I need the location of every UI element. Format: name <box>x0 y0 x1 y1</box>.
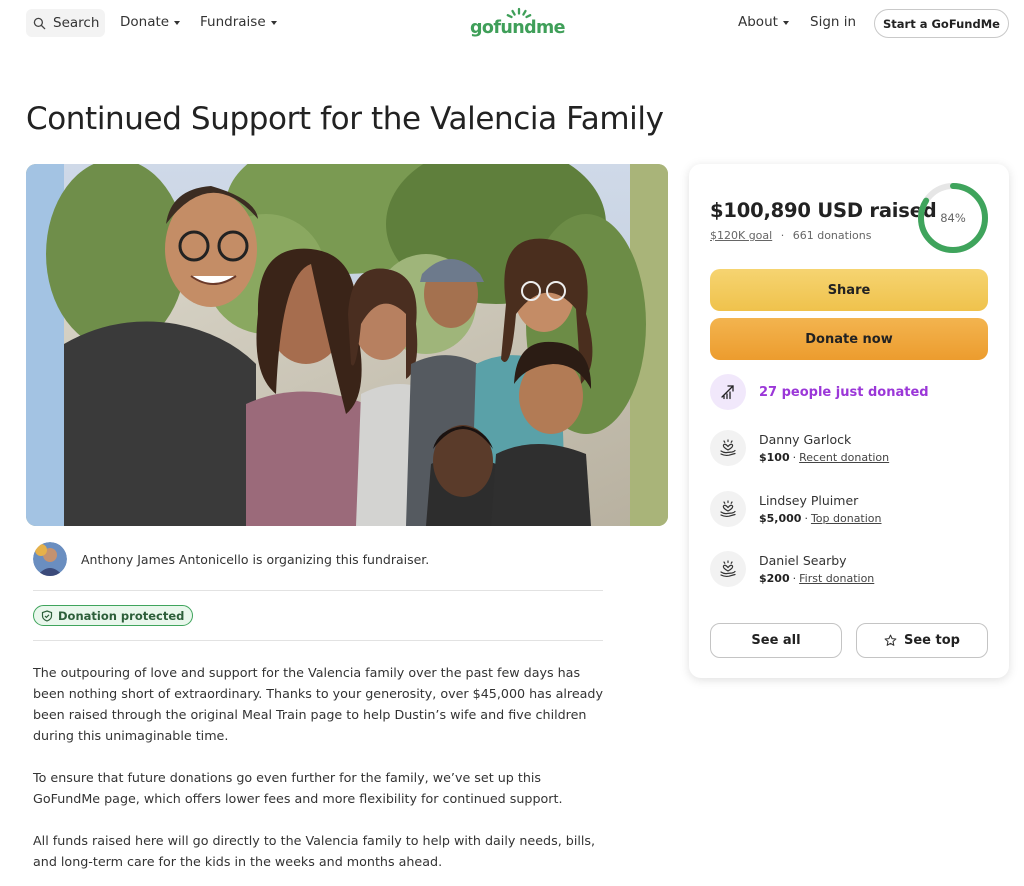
search-button[interactable]: Search <box>26 9 105 37</box>
goal-line: $120K goal · 661 donations <box>710 229 871 242</box>
donation-card: $100,890 USD raised $120K goal · 661 don… <box>689 164 1009 678</box>
donor-item[interactable]: Daniel Searby $200 · First donation <box>710 551 874 587</box>
story-paragraph: The outpouring of love and support for t… <box>33 665 603 743</box>
donor-amount: $200 <box>759 572 790 585</box>
donor-amount: $5,000 <box>759 512 802 525</box>
campaign-photo[interactable] <box>26 164 668 526</box>
donor-meta: $200 · First donation <box>759 572 874 585</box>
nav-about[interactable]: About <box>738 14 789 30</box>
nav-sign-in-label: Sign in <box>810 14 857 30</box>
separator: · <box>804 512 808 525</box>
search-icon <box>33 17 46 29</box>
donor-tag[interactable]: Top donation <box>811 512 882 525</box>
goal-link[interactable]: $120K goal <box>710 229 772 242</box>
separator: · <box>780 229 785 242</box>
donor-name: Danny Garlock <box>759 432 852 447</box>
organizer-text: Anthony James Antonicello is organizing … <box>81 551 430 567</box>
family-photo <box>26 164 668 526</box>
donor-name: Daniel Searby <box>759 553 847 568</box>
donor-item[interactable]: Danny Garlock $100 · Recent donation <box>710 430 889 466</box>
avatar[interactable] <box>33 542 67 576</box>
nav-sign-in[interactable]: Sign in <box>810 14 856 30</box>
see-top-label: See top <box>904 633 960 648</box>
chevron-down-icon <box>782 20 789 25</box>
nav-about-label: About <box>738 14 778 30</box>
shield-icon <box>41 609 53 622</box>
separator: · <box>792 572 797 585</box>
donor-amount: $100 <box>759 451 790 464</box>
divider <box>33 590 603 591</box>
separator: · <box>792 451 797 464</box>
donate-now-button[interactable]: Donate now <box>710 318 988 360</box>
start-gofundme-button[interactable]: Start a GoFundMe <box>874 9 1009 38</box>
story-paragraph: To ensure that future donations go even … <box>33 770 563 806</box>
gofundme-logo[interactable]: gofundme <box>470 6 566 40</box>
amount-raised: $100,890 USD raised <box>710 199 937 222</box>
campaign-story: The outpouring of love and support for t… <box>33 662 605 886</box>
see-all-label: See all <box>751 633 801 648</box>
donor-name: Lindsey Pluimer <box>759 493 859 508</box>
progress-percent: 84% <box>940 211 966 225</box>
chevron-down-icon <box>174 20 181 25</box>
star-icon <box>884 634 897 646</box>
chevron-down-icon <box>270 20 277 25</box>
protected-label: Donation protected <box>58 608 185 623</box>
donor-tag[interactable]: Recent donation <box>799 451 889 464</box>
heart-hand-icon <box>710 491 746 527</box>
organizer-row[interactable]: Anthony James Antonicello is organizing … <box>33 541 603 577</box>
logo-text: gofundme <box>470 18 566 38</box>
donation-protected-badge[interactable]: Donation protected <box>33 605 194 626</box>
nav-donate-label: Donate <box>120 14 170 30</box>
heart-hand-icon <box>710 551 746 587</box>
see-top-button[interactable]: See top <box>856 623 988 658</box>
organizer-avatar-image <box>33 542 67 576</box>
share-button[interactable]: Share <box>710 269 988 311</box>
divider <box>33 640 603 641</box>
donor-meta: $5,000 · Top donation <box>759 512 882 525</box>
trend-text: 27 people just donated <box>759 384 929 400</box>
recent-donations-trend: 27 people just donated <box>710 374 929 410</box>
see-all-button[interactable]: See all <box>710 623 842 658</box>
story-paragraph: All funds raised here will go directly t… <box>33 833 596 869</box>
site-header: Search Donate Fundraise gofundme About S… <box>0 0 1024 46</box>
donor-meta: $100 · Recent donation <box>759 451 889 464</box>
page-title: Continued Support for the Valencia Famil… <box>26 101 664 137</box>
heart-hand-icon <box>710 430 746 466</box>
donations-count: 661 donations <box>792 229 872 242</box>
trending-up-icon <box>710 374 746 410</box>
donor-item[interactable]: Lindsey Pluimer $5,000 · Top donation <box>710 491 882 527</box>
nav-donate[interactable]: Donate <box>120 14 181 30</box>
nav-fundraise-label: Fundraise <box>200 14 266 30</box>
search-label: Search <box>53 15 100 31</box>
donor-tag[interactable]: First donation <box>799 572 874 585</box>
nav-fundraise[interactable]: Fundraise <box>200 14 277 30</box>
